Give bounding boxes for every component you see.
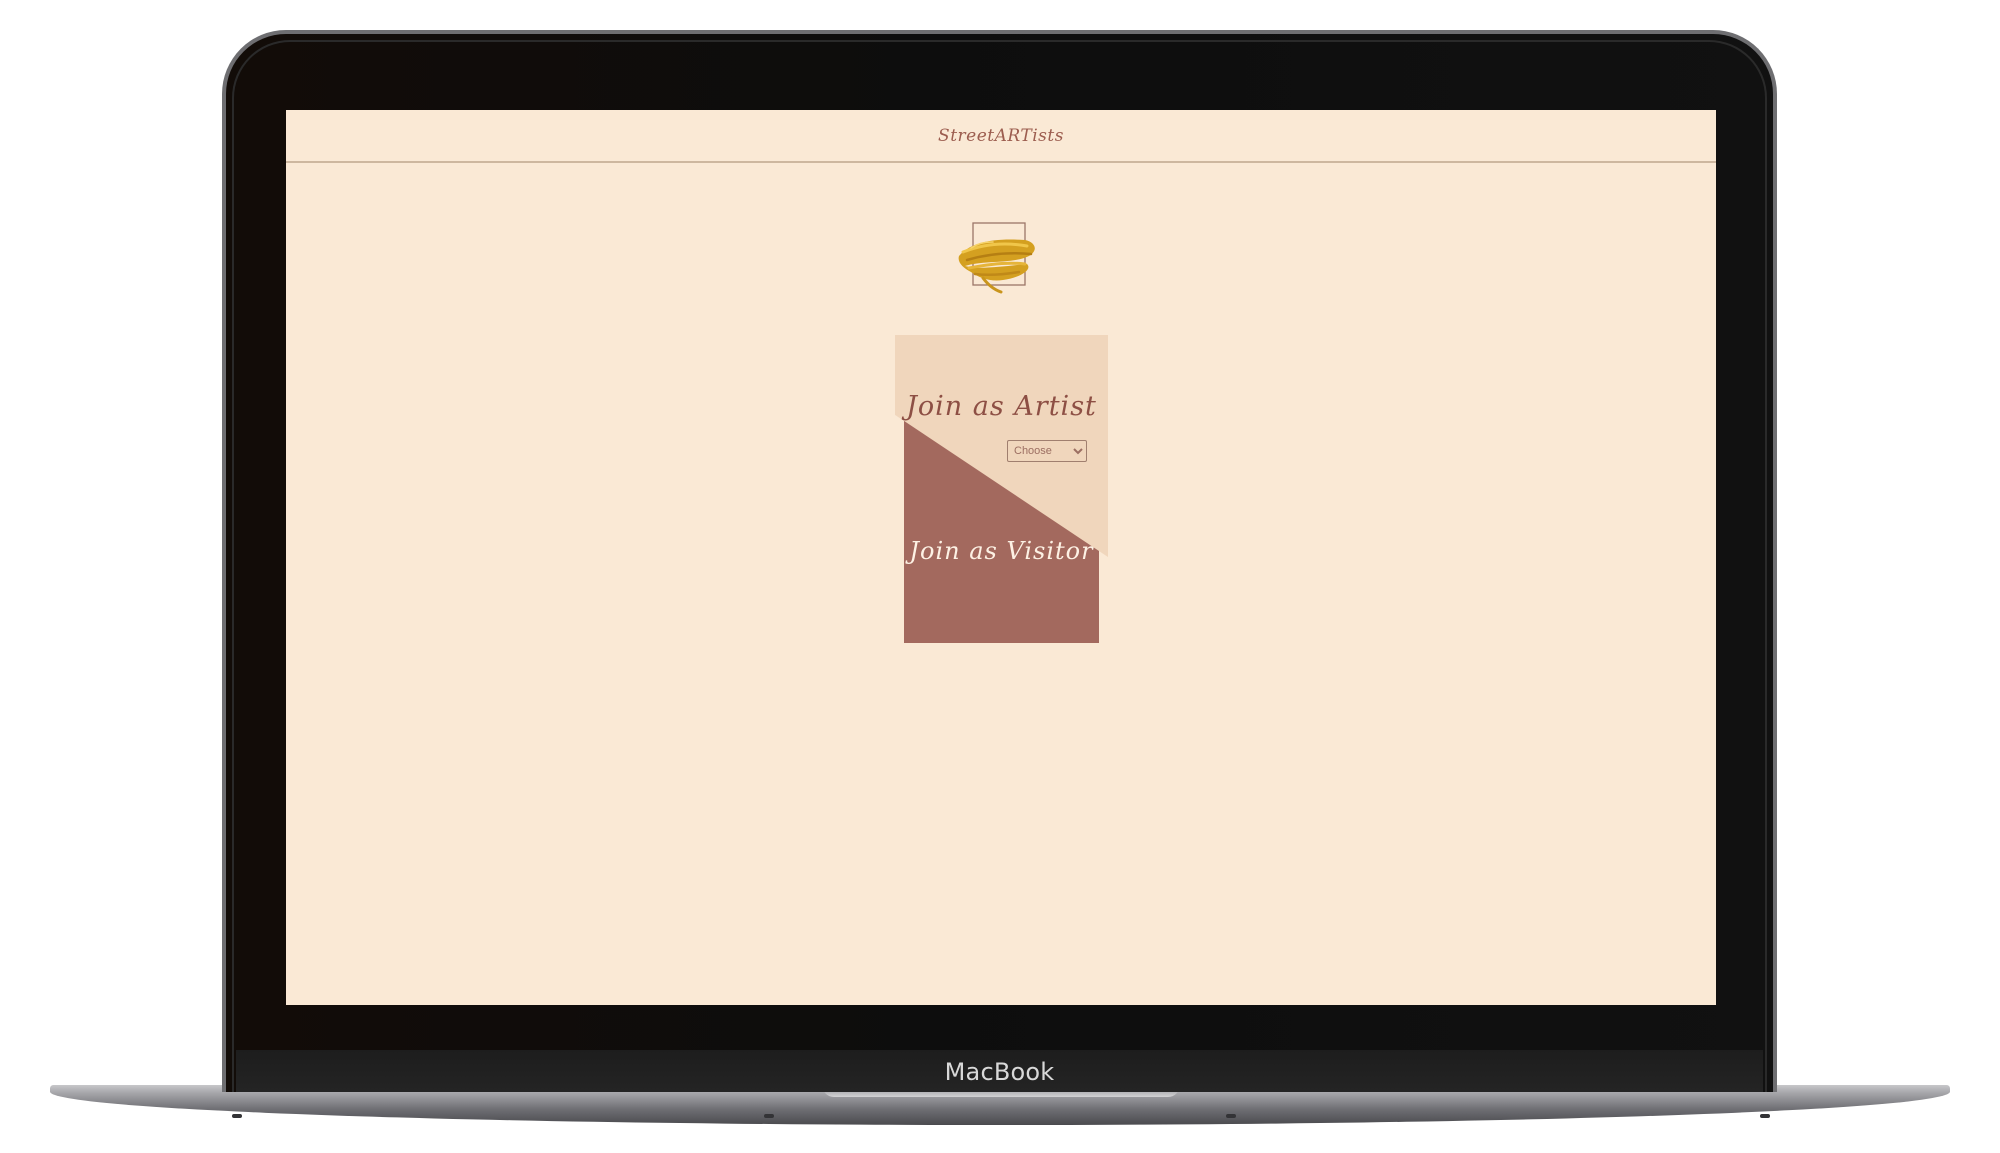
site-title-link[interactable]: StreetARTists [938, 126, 1064, 146]
device-stage: MacBook StreetARTists Join as Visitor Jo… [0, 0, 2000, 1153]
device-brand-label: MacBook [944, 1058, 1055, 1086]
laptop-chin: MacBook [236, 1050, 1763, 1092]
browser-viewport: StreetARTists Join as Visitor Join as Ar… [286, 110, 1716, 1005]
site-header: StreetARTists [286, 110, 1716, 163]
laptop-foot [1226, 1114, 1236, 1118]
join-artist-label: Join as Artist [906, 391, 1097, 422]
laptop-foot [764, 1114, 774, 1118]
laptop-foot [232, 1114, 242, 1118]
join-card: Join as Visitor Join as Artist Choose [895, 335, 1108, 643]
artist-type-select[interactable]: Choose [1007, 440, 1087, 462]
join-visitor-label: Join as Visitor [909, 537, 1094, 565]
laptop-foot [1760, 1114, 1770, 1118]
brush-stroke-logo-icon[interactable] [953, 220, 1043, 300]
